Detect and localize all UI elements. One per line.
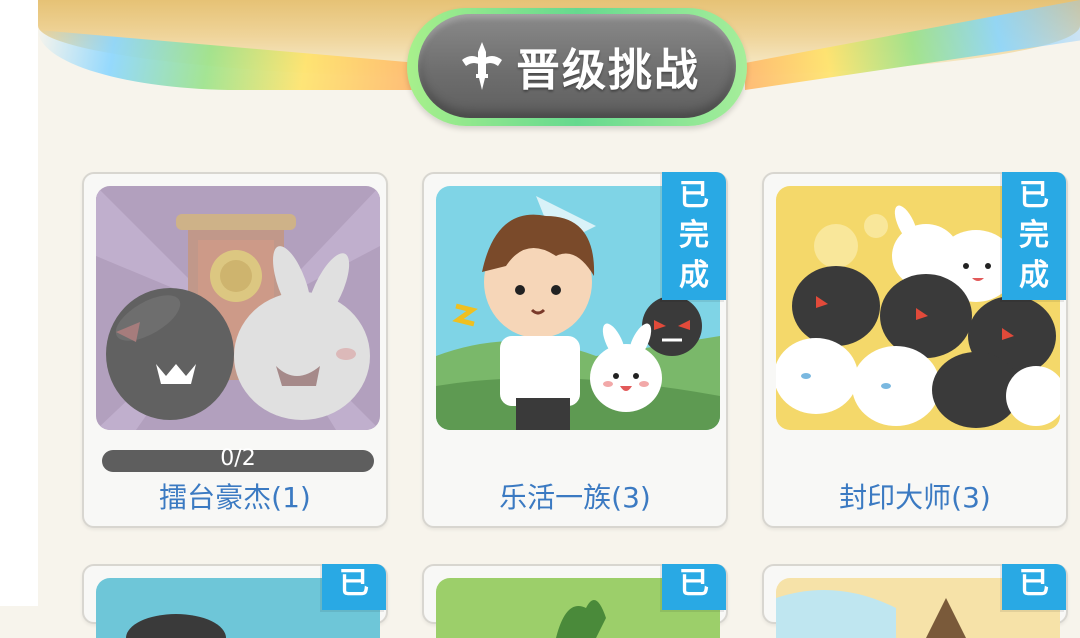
challenge-card-row2-2[interactable]: 已 [422,564,728,638]
challenge-card-happy-living[interactable]: 已完成 乐活一族(3) [422,172,728,528]
challenge-name: 乐活一族(3) [499,481,651,514]
page-title: 晋级挑战 [516,45,700,96]
completed-badge: 已 [1002,564,1066,610]
title-banner-inner: 晋级挑战 [418,14,736,118]
challenge-card-row2-3[interactable]: 已 [762,564,1068,638]
challenge-name: 擂台豪杰(1) [159,481,311,514]
challenge-art-arena-hero [96,186,380,430]
challenge-card-seal-master[interactable]: 已完成 封印大师(3) [762,172,1068,528]
left-edge [0,0,38,606]
challenge-progress-bar: 0/2 [102,446,374,472]
challenge-progress-text: 0/2 [220,446,256,471]
completed-badge: 已 [322,564,386,610]
completed-badge: 已 [662,564,726,610]
challenge-card-arena-hero[interactable]: 0/2 擂台豪杰(1) [82,172,388,528]
challenge-card-row2-1[interactable]: 已 [82,564,388,638]
sword-icon [462,42,502,90]
challenge-name: 封印大师(3) [839,481,991,514]
completed-badge: 已完成 [1002,172,1066,300]
completed-badge: 已完成 [662,172,726,300]
